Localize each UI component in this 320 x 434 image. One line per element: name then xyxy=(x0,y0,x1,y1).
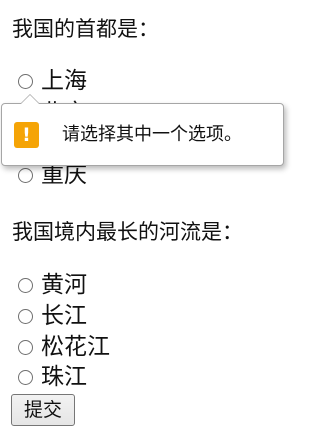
radio-button[interactable] xyxy=(18,277,33,293)
option-label: 松花江 xyxy=(41,334,110,360)
radio-button[interactable] xyxy=(18,339,33,355)
radio-button[interactable] xyxy=(18,369,33,385)
submit-button[interactable]: 提交 xyxy=(11,394,75,426)
option-zhujiang[interactable]: 珠江 xyxy=(18,363,87,391)
option-label: 长江 xyxy=(41,303,87,329)
validation-tooltip: ! 请选择其中一个选项。 xyxy=(1,94,284,166)
radio-button[interactable] xyxy=(18,73,33,89)
option-songhuajiang[interactable]: 松花江 xyxy=(18,333,110,361)
option-huanghe[interactable]: 黄河 xyxy=(18,271,87,299)
question-1-label: 我国的首都是： xyxy=(12,17,159,41)
option-shanghai[interactable]: 上海 xyxy=(18,67,87,95)
question-2-label: 我国境内最长的河流是： xyxy=(12,220,243,244)
tooltip-message: 请选择其中一个选项。 xyxy=(62,123,242,145)
radio-button[interactable] xyxy=(18,167,33,183)
option-label: 珠江 xyxy=(41,364,87,390)
option-label: 上海 xyxy=(41,68,87,94)
tooltip-arrow xyxy=(20,94,40,104)
option-changjiang[interactable]: 长江 xyxy=(18,302,87,330)
warning-icon: ! xyxy=(14,121,39,148)
radio-button[interactable] xyxy=(18,308,33,324)
option-label: 黄河 xyxy=(41,272,87,298)
quiz-form: 我国的首都是： 上海 北京 广州 重庆 我国境内最长的河流是： 黄河 长江 松花… xyxy=(0,0,300,434)
